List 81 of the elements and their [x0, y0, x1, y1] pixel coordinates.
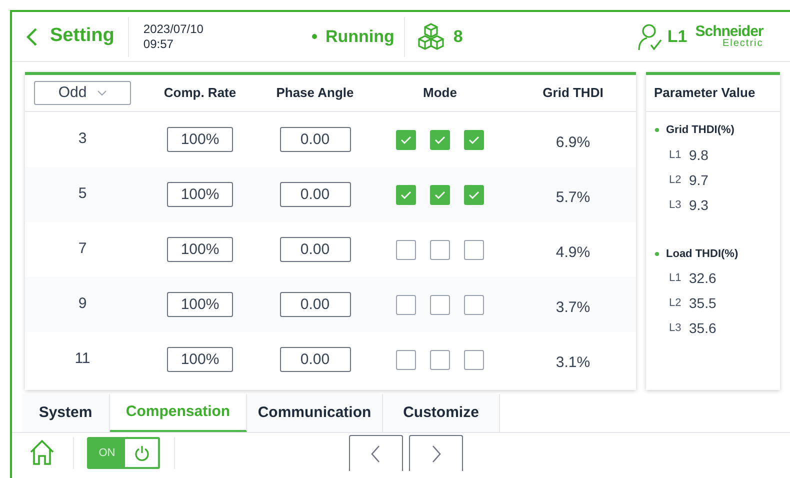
module-count: 8 [453, 26, 463, 48]
caret-icon [96, 90, 107, 96]
mode-checkbox[interactable] [396, 350, 416, 370]
column-header: Comp. Rate [164, 84, 236, 102]
harmonic-order: 9 [78, 294, 87, 314]
date-text: 2023/07/10 [143, 22, 204, 36]
mode-checkbox[interactable] [464, 130, 484, 150]
checkmark-icon [434, 134, 446, 144]
phase-label: L2 [669, 296, 681, 312]
harmonic-order: 7 [78, 239, 87, 260]
mode-checkbox[interactable] [430, 184, 450, 204]
phase-label: L1 [669, 148, 681, 163]
status-text: Running [325, 26, 394, 48]
harmonic-order: 3 [78, 129, 87, 150]
filter-dropdown[interactable]: Odd [34, 81, 131, 105]
tab[interactable]: Communication [247, 394, 383, 432]
phase-label: L3 [669, 198, 681, 213]
mode-checkbox[interactable] [464, 184, 484, 204]
checkmark-icon [468, 190, 480, 200]
user-check-icon [637, 22, 664, 50]
column-header: Mode [423, 84, 457, 102]
phase-label: L1 [669, 271, 681, 286]
phase-value: 35.5 [689, 294, 716, 313]
switch-label: ON [89, 439, 125, 467]
harmonic-order: 5 [78, 184, 87, 204]
tab[interactable]: Customize [383, 394, 500, 432]
comp-rate-field[interactable]: 100% [167, 237, 233, 262]
previous-page-button[interactable] [349, 435, 403, 471]
checkmark-icon [400, 190, 412, 200]
comp-rate-field[interactable]: 100% [167, 127, 233, 152]
phase-value: 9.3 [689, 196, 708, 214]
comp-rate-field[interactable]: 100% [167, 347, 233, 372]
mode-checkbox[interactable] [464, 350, 484, 370]
phase-value: 9.8 [689, 146, 708, 164]
phase-angle-field[interactable]: 0.00 [280, 347, 350, 372]
home-icon [28, 438, 56, 466]
next-page-button[interactable] [409, 435, 463, 471]
mode-checkbox[interactable] [464, 294, 484, 314]
phase-angle-field[interactable]: 0.00 [280, 237, 350, 262]
brand-subtitle: Electric [722, 39, 764, 49]
comp-rate-field[interactable]: 100% [167, 292, 233, 317]
group-label: Grid THDI(%) [666, 123, 734, 138]
checkmark-icon [434, 190, 446, 200]
power-icon [134, 445, 150, 461]
chevron-right-icon [431, 444, 441, 462]
phase-angle-field[interactable]: 0.00 [280, 182, 350, 207]
mode-checkbox[interactable] [430, 350, 450, 370]
column-header: Grid THDI [542, 84, 604, 102]
mode-checkbox[interactable] [430, 240, 450, 260]
mode-checkbox[interactable] [396, 240, 416, 260]
mode-checkbox[interactable] [430, 294, 450, 314]
phase-label: L3 [669, 321, 681, 336]
phase-angle-field[interactable]: 0.00 [280, 292, 350, 317]
mode-checkbox[interactable] [396, 184, 416, 204]
checkmark-icon [400, 134, 412, 144]
mode-checkbox[interactable] [430, 130, 450, 150]
user-level: L1 [667, 26, 688, 48]
grid-thdi-value: 6.9% [556, 133, 590, 154]
column-header: Phase Angle [276, 84, 354, 102]
back-icon [26, 26, 38, 46]
phase-angle-field[interactable]: 0.00 [280, 127, 350, 152]
grid-thdi-value: 5.7% [556, 188, 590, 208]
phase-value: 9.7 [689, 170, 708, 190]
grid-thdi-value: 3.7% [556, 298, 590, 318]
group-label: Load THDI(%) [666, 246, 738, 262]
mode-checkbox[interactable] [396, 294, 416, 314]
harmonic-order: 11 [74, 349, 90, 370]
grid-thdi-value: 3.1% [556, 353, 590, 374]
comp-rate-field[interactable]: 100% [167, 182, 233, 207]
grid-thdi-value: 4.9% [556, 243, 590, 264]
time-text: 09:57 [143, 36, 174, 52]
mode-checkbox[interactable] [464, 240, 484, 260]
mode-checkbox[interactable] [396, 130, 416, 150]
phase-label: L2 [669, 172, 681, 188]
tab[interactable]: System [22, 394, 110, 432]
phase-value: 32.6 [689, 269, 716, 288]
phase-value: 35.6 [689, 319, 716, 338]
chevron-left-icon [371, 444, 381, 462]
brand-name: Schneider [695, 24, 764, 39]
panel-title: Parameter Value [654, 84, 756, 102]
checkmark-icon [468, 134, 480, 144]
